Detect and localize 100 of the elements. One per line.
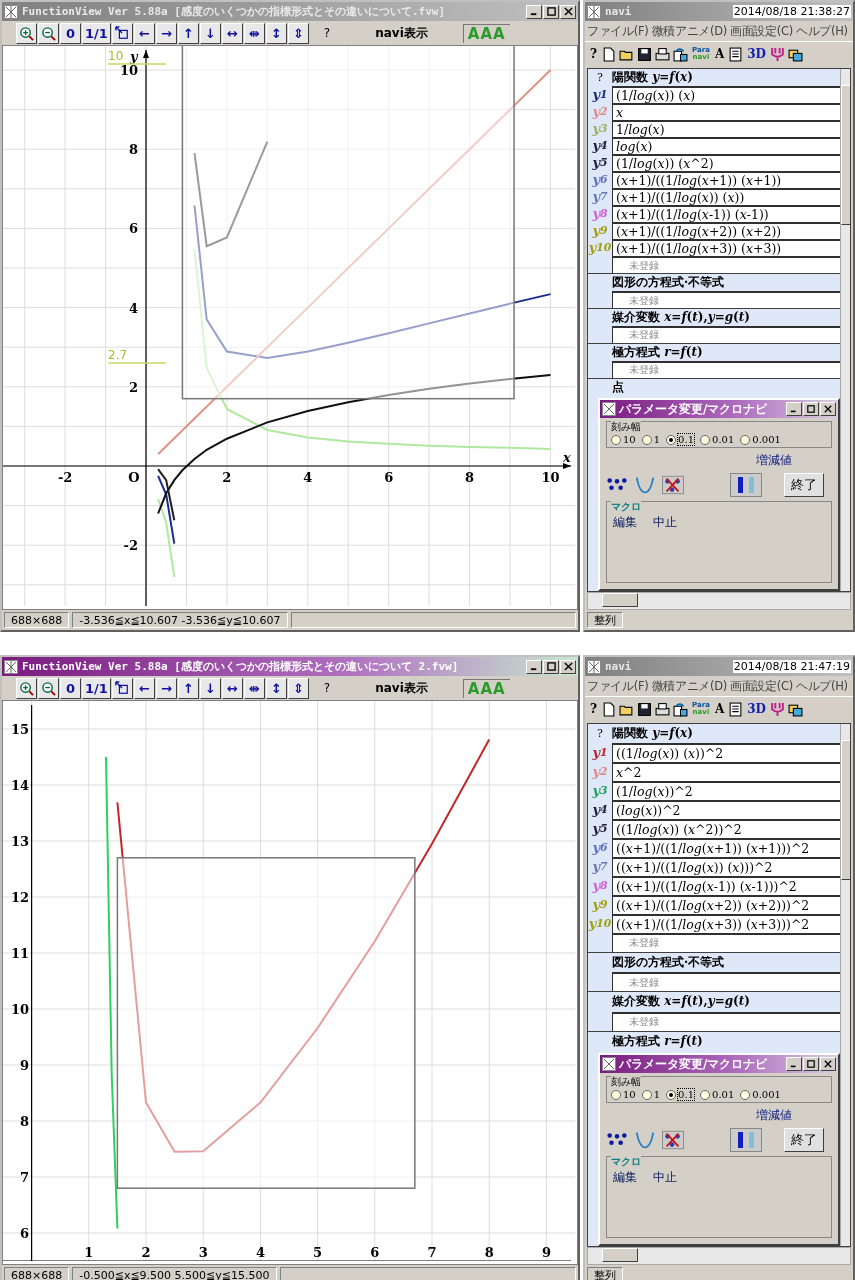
radio-indicator[interactable] [740,1089,751,1100]
function-input[interactable]: 未登録 [612,1011,840,1031]
macro-action[interactable]: 中止 [653,514,677,531]
step-radio[interactable]: 1 [641,1089,661,1100]
function-input[interactable]: ((x+1)/((1/log(x+1)) (x+1)))^2 [612,838,840,858]
toolbar-button[interactable]: ↔ [221,677,243,699]
radio-indicator[interactable] [666,1089,677,1100]
close-icon[interactable] [824,405,832,413]
radio-indicator[interactable] [666,434,677,445]
function-input[interactable]: (x+1)/((1/log(x-1)) (x-1)) [612,205,840,223]
fork-icon[interactable] [769,701,785,717]
function-input[interactable]: ((1/log(x)) (x^2))^2 [612,819,840,839]
close-icon[interactable] [824,1060,832,1068]
function-input[interactable]: 未登録 [612,972,840,992]
function-input[interactable]: 1/log(x) [612,120,840,138]
parabola-icon[interactable] [634,1130,656,1150]
menu-item[interactable]: ファイル(F) [587,678,649,694]
toolbar-button[interactable]: ? [589,47,599,61]
printer-icon[interactable] [655,701,671,717]
maximize-button[interactable] [803,1057,819,1071]
toolbar-button[interactable]: ? [589,702,599,716]
toolbar-button[interactable]: ↓ [199,677,221,699]
close-button[interactable] [820,402,836,416]
step-radio[interactable]: 0.1 [666,434,694,445]
toolbar-button[interactable]: ↑ [177,677,199,699]
toolbar-button[interactable]: → [155,22,177,44]
radio-indicator[interactable] [740,434,751,445]
function-input[interactable]: x [612,103,840,121]
horizontal-scrollbar[interactable] [587,1247,851,1265]
vertical-scrollbar[interactable] [840,724,850,1246]
toolbar-button[interactable]: 0 [60,677,81,699]
menu-item[interactable]: ヘルプ(H) [795,678,848,694]
function-input[interactable]: ((1/log(x)) (x))^2 [612,743,840,763]
toolbar-button[interactable]: ↕ [265,677,287,699]
toolbar-button[interactable]: ↓ [199,22,221,44]
toolbar-button[interactable]: 3D [746,702,767,716]
new-file-icon[interactable] [601,701,617,717]
fork-icon[interactable] [769,46,785,62]
fit-view-button[interactable] [111,677,133,699]
save-icon[interactable] [637,701,653,717]
menu-item[interactable]: ファイル(F) [587,23,649,39]
toolbar-button[interactable]: ↔ [221,22,243,44]
function-input[interactable]: (x+1)/((1/log(x+3)) (x+3)) [612,239,840,257]
macro-action[interactable]: 編集 [613,514,637,531]
menu-item[interactable]: 画面設定(C) [729,678,793,694]
zoom-in-button[interactable] [16,22,37,44]
function-input[interactable]: ((x+1)/((1/log(x-1)) (x-1)))^2 [612,876,840,896]
step-radio[interactable]: 0.01 [700,434,735,445]
macro-action[interactable]: 編集 [613,1169,637,1186]
toolbar-button[interactable]: A [713,47,726,61]
vertical-scrollbar[interactable] [840,69,850,591]
toolbar-button[interactable]: ↕ [265,22,287,44]
save-icon[interactable] [637,46,653,62]
toolbar-button[interactable]: 3D [746,47,767,61]
toolbar-button[interactable]: → [155,677,177,699]
fit-view-button[interactable] [111,22,133,44]
new-file-icon[interactable] [601,46,617,62]
radio-indicator[interactable] [611,434,621,445]
radio-indicator[interactable] [611,1089,621,1100]
step-radio[interactable]: 0.001 [740,434,781,445]
close-dialog-button[interactable]: 終了 [784,473,824,497]
macro-action[interactable]: 中止 [653,1169,677,1186]
toolbar-button[interactable]: ← [133,677,155,699]
help-button[interactable]: ? [319,26,335,40]
toolbar-button[interactable]: ⇼ [243,677,265,699]
function-input[interactable]: ((x+1)/((1/log(x)) (x)))^2 [612,857,840,877]
toolbar-button[interactable]: ⇼ [243,22,265,44]
toolbar-button[interactable]: 1/1 [82,677,111,699]
swap-icon[interactable] [673,701,689,717]
menu-item[interactable]: 微積アニメ(D) [651,23,727,39]
toolbar-button[interactable]: A [713,702,726,716]
menu-item[interactable]: 微積アニメ(D) [651,678,727,694]
close-button[interactable] [820,1057,836,1071]
radio-indicator[interactable] [700,1089,710,1100]
function-input[interactable]: 未登録 [612,256,840,273]
parabola-icon[interactable] [634,475,656,495]
step-radio[interactable]: 0.1 [666,1089,694,1100]
bars-icon[interactable] [730,1128,762,1152]
radio-indicator[interactable] [641,1089,652,1100]
document-icon[interactable] [728,701,744,717]
maximize-icon[interactable] [807,405,815,413]
function-input[interactable]: log(x) [612,137,840,155]
step-radio[interactable]: 10 [611,434,636,445]
function-input[interactable]: (1/log(x))^2 [612,781,840,801]
toolbar-button[interactable]: ⇕ [287,677,309,699]
help-button[interactable]: ? [319,681,335,695]
navi-toggle-button[interactable]: navi表示 [371,679,432,697]
function-input[interactable]: (1/log(x)) (x^2) [612,154,840,172]
delete-points-icon[interactable] [662,475,684,495]
toolbar-button[interactable]: ← [133,22,155,44]
function-input[interactable]: (x+1)/((1/log(x+1)) (x+1)) [612,171,840,189]
minimize-button[interactable] [786,1057,802,1071]
toolbar-button[interactable]: 0 [60,22,81,44]
swap-icon[interactable] [673,46,689,62]
function-input[interactable]: (log(x))^2 [612,800,840,820]
function-input[interactable]: x^2 [612,762,840,782]
printer-icon[interactable] [655,46,671,62]
toolbar-button[interactable]: ⇕ [287,22,309,44]
maximize-button[interactable] [803,402,819,416]
function-input[interactable]: ((x+1)/((1/log(x+2)) (x+2)))^2 [612,895,840,914]
